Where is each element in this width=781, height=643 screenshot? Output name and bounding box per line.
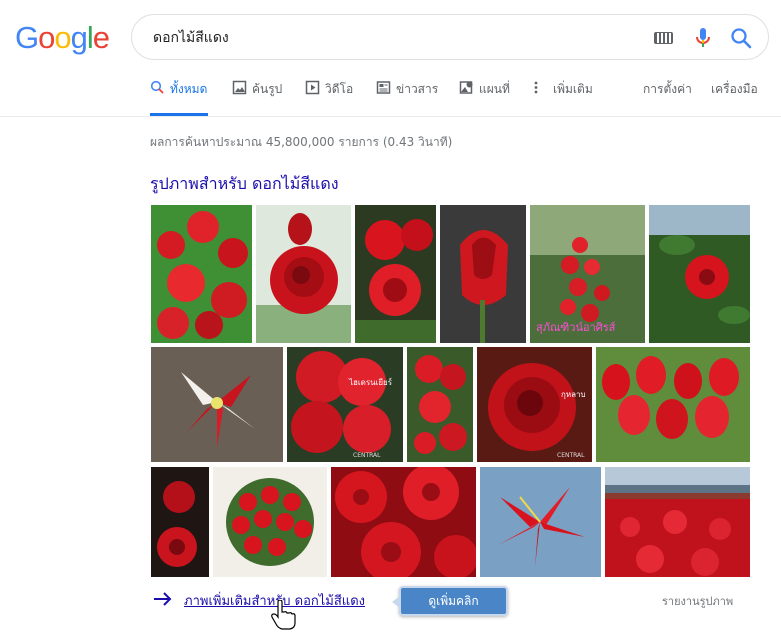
image-thumbnail[interactable] bbox=[331, 467, 476, 577]
map-icon bbox=[459, 81, 473, 94]
image-thumbnail[interactable] bbox=[596, 347, 750, 462]
tools-link[interactable]: เครื่องมือ bbox=[711, 80, 758, 116]
rose-closeup-image: กุหลาบ CENTRAL bbox=[477, 347, 592, 462]
tab-images[interactable]: ค้นรูป bbox=[232, 80, 282, 116]
search-icon[interactable] bbox=[730, 27, 752, 49]
search-tabs: ทั้งหมด ค้นรูป วิดีโอ ข่าวสาร แผนที่ เพิ… bbox=[150, 80, 760, 116]
image-thumbnail[interactable] bbox=[256, 205, 351, 343]
logo-letter: G bbox=[15, 20, 39, 55]
image-thumbnail[interactable]: สุภัณฑิวน์อาศิรส์ bbox=[530, 205, 645, 343]
image-thumbnail[interactable] bbox=[151, 205, 252, 343]
watermark-text: CENTRAL bbox=[557, 452, 585, 459]
rose-image bbox=[256, 205, 351, 343]
image-thumbnail[interactable]: กุหลาบ CENTRAL bbox=[477, 347, 592, 462]
images-section-title[interactable]: รูปภาพสำหรับ ดอกไม้สีแดง bbox=[150, 172, 339, 197]
tab-label: วิดีโอ bbox=[325, 82, 354, 96]
hibiscus-tree-image bbox=[649, 205, 750, 343]
more-vert-icon bbox=[534, 81, 538, 94]
image-thumbnail[interactable] bbox=[355, 205, 436, 343]
image-thumbnail[interactable] bbox=[151, 347, 283, 462]
watermark-text: CENTRAL bbox=[353, 452, 381, 459]
tulips-image bbox=[596, 347, 750, 462]
tab-all[interactable]: ทั้งหมด bbox=[150, 80, 208, 116]
tab-label: ทั้งหมด bbox=[170, 82, 208, 96]
orchid-image: สุภัณฑิวน์อาศิรส์ bbox=[530, 205, 645, 343]
overlay-text: กุหลาบ bbox=[561, 390, 586, 399]
image-thumbnail[interactable] bbox=[605, 467, 750, 577]
tab-maps[interactable]: แผนที่ bbox=[459, 80, 510, 116]
tab-label: แผนที่ bbox=[479, 82, 510, 96]
tab-videos[interactable]: วิดีโอ bbox=[305, 80, 353, 116]
rose-bunch-image bbox=[355, 205, 436, 343]
news-icon bbox=[376, 81, 391, 94]
chrysanthemum-image bbox=[331, 467, 476, 577]
hibiscus-image bbox=[480, 467, 601, 577]
logo-letter: o bbox=[54, 20, 71, 55]
rose-bouquet-image bbox=[213, 467, 327, 577]
video-icon bbox=[305, 80, 320, 95]
geranium-image bbox=[407, 347, 473, 462]
logo-letter: e bbox=[92, 20, 110, 55]
spider-lily-field-image bbox=[605, 467, 750, 577]
image-icon bbox=[232, 80, 247, 95]
rose-dark-image bbox=[151, 467, 209, 577]
amaryllis-image bbox=[151, 347, 283, 462]
tab-label: เพิ่มเติม bbox=[553, 82, 593, 96]
dahlia-image bbox=[151, 205, 252, 343]
search-icon bbox=[150, 80, 164, 94]
image-thumbnail[interactable] bbox=[440, 205, 526, 343]
callout-tooltip: ดูเพิ่มคลิก bbox=[392, 586, 508, 616]
search-input[interactable]: ดอกไม้สีแดง bbox=[153, 29, 229, 47]
google-logo[interactable]: Google bbox=[15, 20, 110, 56]
image-thumbnail[interactable] bbox=[649, 205, 750, 343]
logo-letter: o bbox=[38, 20, 55, 55]
tab-more[interactable]: เพิ่มเติม bbox=[533, 80, 593, 116]
overlay-text: ไฮเดรนเยียร์ bbox=[348, 377, 393, 387]
result-stats: ผลการค้นหาประมาณ 45,800,000 รายการ (0.43… bbox=[150, 135, 453, 149]
image-thumbnail[interactable] bbox=[213, 467, 327, 577]
image-thumbnail[interactable] bbox=[151, 467, 209, 577]
image-thumbnail[interactable]: ไฮเดรนเยียร์ CENTRAL bbox=[287, 347, 403, 462]
overlay-text: สุภัณฑิวน์อาศิรส์ bbox=[536, 321, 616, 334]
settings-link[interactable]: การตั้งค่า bbox=[643, 80, 692, 116]
tab-news[interactable]: ข่าวสาร bbox=[376, 80, 438, 116]
tab-label: ข่าวสาร bbox=[396, 82, 439, 96]
image-thumbnail[interactable] bbox=[480, 467, 601, 577]
tab-label: ค้นรูป bbox=[252, 82, 283, 96]
keyboard-icon[interactable] bbox=[654, 32, 673, 44]
search-box[interactable]: ดอกไม้สีแดง bbox=[131, 14, 769, 60]
single-rose-image bbox=[440, 205, 526, 343]
hydrangea-image: ไฮเดรนเยียร์ CENTRAL bbox=[287, 347, 403, 462]
tabs-divider bbox=[0, 116, 781, 117]
image-thumbnail[interactable] bbox=[407, 347, 473, 462]
logo-letter: g bbox=[70, 20, 88, 55]
arrow-right-icon[interactable] bbox=[153, 591, 173, 607]
hand-pointer-icon bbox=[271, 600, 296, 630]
mic-icon[interactable] bbox=[693, 27, 713, 49]
report-images-link[interactable]: รายงานรูปภาพ bbox=[662, 592, 733, 610]
